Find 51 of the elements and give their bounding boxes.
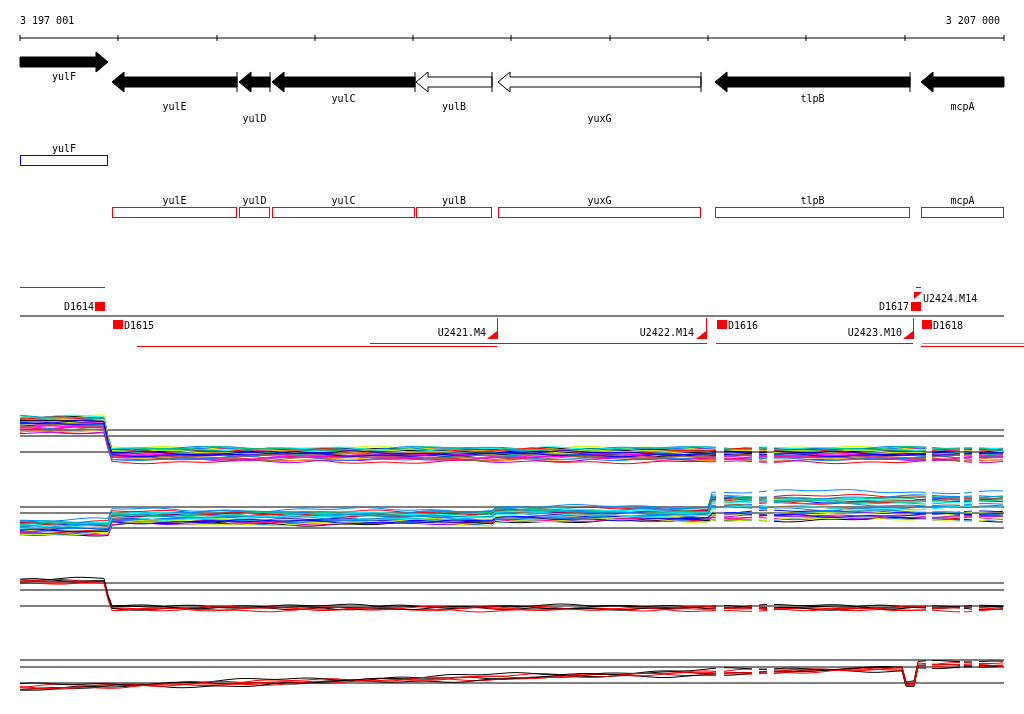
gene-label: yuxG	[587, 113, 612, 124]
gene-box[interactable]	[498, 207, 701, 218]
gene-box[interactable]	[921, 207, 1004, 218]
gene-label: yulF	[51, 71, 77, 82]
marker-block[interactable]	[113, 320, 123, 329]
gene-arrow[interactable]	[19, 51, 109, 73]
marker-block[interactable]	[717, 320, 727, 329]
marker-label: U2421.M4	[437, 327, 486, 338]
gene-arrow[interactable]	[238, 71, 271, 93]
gene-box[interactable]	[239, 207, 270, 218]
gene-box-label: yulB	[441, 195, 467, 206]
gene-box-label: yulC	[331, 195, 356, 206]
marker-label: U2422.M14	[639, 327, 694, 338]
gene-box-label: yulF	[51, 143, 77, 154]
marker-label: U2423.M10	[847, 327, 902, 338]
gene-box-label: mcpA	[950, 195, 975, 206]
gene-box-label: yuxG	[587, 195, 612, 206]
marker-block[interactable]	[95, 302, 105, 311]
gene-label: mcpA	[950, 101, 975, 112]
marker-label: U2424.M14	[923, 293, 978, 304]
marker-label: D1615	[124, 320, 155, 331]
marker-label: D1616	[728, 320, 759, 331]
gene-arrow[interactable]	[415, 71, 493, 93]
marker-triangle[interactable]	[487, 318, 498, 339]
gene-label: yulD	[242, 113, 267, 124]
gene-box[interactable]	[272, 207, 415, 218]
gene-box[interactable]	[20, 155, 108, 166]
marker-label: D1617	[878, 301, 909, 312]
gene-box[interactable]	[416, 207, 492, 218]
marker-flag[interactable]	[914, 292, 922, 299]
ruler-start-label: 3 197 001	[20, 15, 75, 26]
marker-triangle[interactable]	[696, 318, 707, 339]
gene-arrow[interactable]	[271, 71, 416, 93]
gene-label: tlpB	[800, 93, 825, 104]
gene-label: yulB	[441, 101, 467, 112]
marker-block[interactable]	[922, 320, 932, 329]
gene-label: yulE	[162, 101, 187, 112]
gene-arrow[interactable]	[111, 71, 238, 93]
marker-triangle[interactable]	[903, 318, 914, 339]
gene-arrow[interactable]	[920, 71, 1005, 93]
gene-label: yulC	[331, 93, 356, 104]
marker-label: D1618	[933, 320, 964, 331]
gene-box[interactable]	[715, 207, 910, 218]
gene-arrow[interactable]	[714, 71, 911, 93]
gene-box-label: tlpB	[800, 195, 825, 206]
gene-box[interactable]	[112, 207, 237, 218]
ruler-end-label: 3 207 000	[945, 15, 1000, 26]
marker-block[interactable]	[911, 302, 921, 311]
marker-label: D1614	[63, 301, 94, 312]
gene-box-label: yulD	[242, 195, 267, 206]
gene-box-label: yulE	[162, 195, 187, 206]
